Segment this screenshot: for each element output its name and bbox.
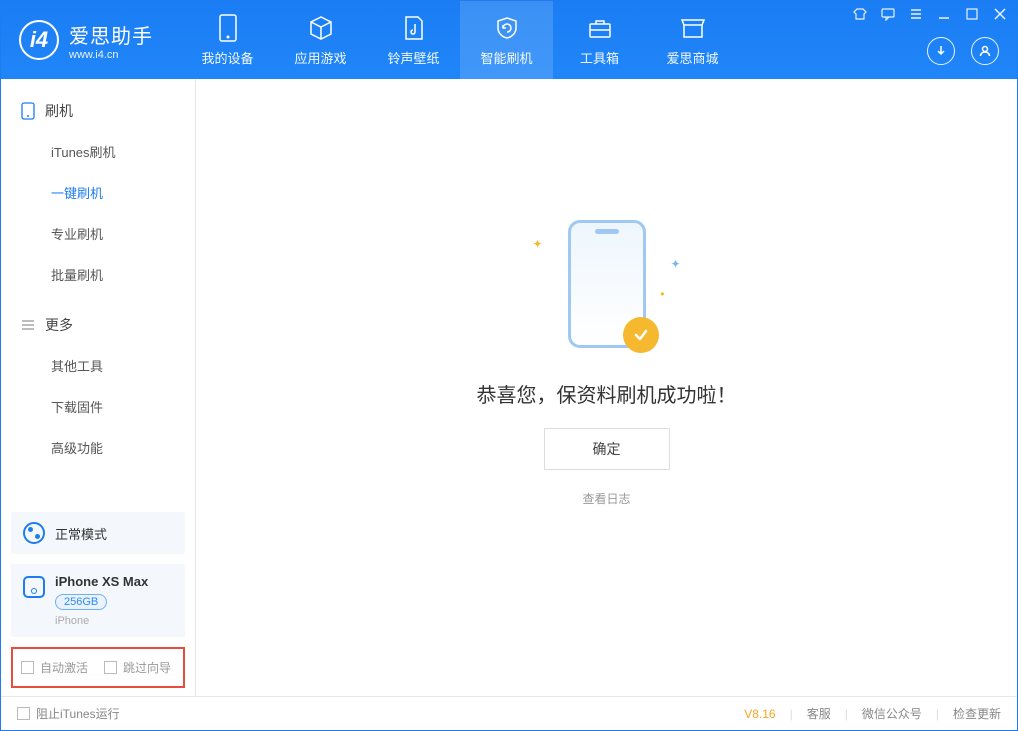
refresh-shield-icon xyxy=(494,14,520,42)
header-actions xyxy=(927,37,999,65)
header: i4 爱思助手 www.i4.cn 我的设备 应用游戏 铃声壁纸 智能刷机 xyxy=(1,1,1017,79)
checkbox-label: 自动激活 xyxy=(40,659,88,676)
tab-label: 铃声壁纸 xyxy=(387,48,439,67)
tab-ringtones-wallpapers[interactable]: 铃声壁纸 xyxy=(367,1,460,79)
mode-icon xyxy=(23,522,45,544)
app-window: i4 爱思助手 www.i4.cn 我的设备 应用游戏 铃声壁纸 智能刷机 xyxy=(0,0,1018,731)
sidebar-item-pro-flash[interactable]: 专业刷机 xyxy=(1,213,195,254)
maximize-button[interactable] xyxy=(963,5,981,23)
checkbox-icon xyxy=(17,707,30,720)
tab-label: 爱思商城 xyxy=(666,48,718,67)
separator: | xyxy=(936,707,939,721)
success-message: 恭喜您，保资料刷机成功啦！ xyxy=(477,379,737,408)
phone-icon xyxy=(21,102,35,120)
logo: i4 爱思助手 www.i4.cn xyxy=(1,20,171,61)
check-update-link[interactable]: 检查更新 xyxy=(953,705,1001,722)
device-capacity: 256GB xyxy=(55,594,107,610)
tab-my-device[interactable]: 我的设备 xyxy=(181,1,274,79)
check-badge-icon xyxy=(623,317,659,353)
ok-button[interactable]: 确定 xyxy=(544,428,670,470)
separator: | xyxy=(845,707,848,721)
mode-label: 正常模式 xyxy=(55,524,107,543)
tab-apps-games[interactable]: 应用游戏 xyxy=(274,1,367,79)
sidebar-item-other-tools[interactable]: 其他工具 xyxy=(1,345,195,386)
customer-service-link[interactable]: 客服 xyxy=(807,705,831,722)
tab-smart-flash[interactable]: 智能刷机 xyxy=(460,1,553,79)
sidebar-item-itunes-flash[interactable]: iTunes刷机 xyxy=(1,131,195,172)
checkbox-auto-activate[interactable]: 自动激活 xyxy=(21,659,88,676)
device-icon xyxy=(218,14,238,42)
sparkle-icon: ✦ xyxy=(670,257,680,271)
window-controls xyxy=(851,5,1009,23)
feedback-icon[interactable] xyxy=(879,5,897,23)
logo-text: 爱思助手 www.i4.cn xyxy=(69,20,153,61)
user-button[interactable] xyxy=(971,37,999,65)
tab-toolbox[interactable]: 工具箱 xyxy=(553,1,646,79)
list-icon xyxy=(21,318,35,332)
body: 刷机 iTunes刷机 一键刷机 专业刷机 批量刷机 更多 其他工具 下载固件 … xyxy=(1,79,1017,696)
mode-status-card[interactable]: 正常模式 xyxy=(11,512,185,554)
close-button[interactable] xyxy=(991,5,1009,23)
minimize-button[interactable] xyxy=(935,5,953,23)
checkbox-label: 跳过向导 xyxy=(123,659,171,676)
sidebar-item-advanced[interactable]: 高级功能 xyxy=(1,427,195,468)
device-icon xyxy=(23,576,45,598)
skin-icon[interactable] xyxy=(851,5,869,23)
toolbox-icon xyxy=(587,14,613,42)
wechat-link[interactable]: 微信公众号 xyxy=(862,705,922,722)
footer-right: V8.16 | 客服 | 微信公众号 | 检查更新 xyxy=(744,705,1001,722)
tab-label: 我的设备 xyxy=(201,48,253,67)
footer: 阻止iTunes运行 V8.16 | 客服 | 微信公众号 | 检查更新 xyxy=(1,696,1017,730)
separator: | xyxy=(790,707,793,721)
sidebar-section-more: 更多 xyxy=(1,309,195,345)
app-name-en: www.i4.cn xyxy=(69,49,153,61)
device-type: iPhone xyxy=(55,615,148,627)
checkbox-icon xyxy=(21,661,34,674)
store-icon xyxy=(680,14,706,42)
music-file-icon xyxy=(403,14,425,42)
tab-store[interactable]: 爱思商城 xyxy=(646,1,739,79)
cube-icon xyxy=(308,14,334,42)
app-name-cn: 爱思助手 xyxy=(69,20,153,49)
view-log-link[interactable]: 查看日志 xyxy=(582,490,630,507)
sparkle-icon: • xyxy=(660,287,664,301)
version-label: V8.16 xyxy=(744,707,775,721)
main-content: ✦ ✦ • 恭喜您，保资料刷机成功啦！ 确定 查看日志 xyxy=(196,79,1017,696)
options-highlight-box: 自动激活 跳过向导 xyxy=(11,647,185,688)
checkbox-icon xyxy=(104,661,117,674)
checkbox-block-itunes[interactable]: 阻止iTunes运行 xyxy=(17,705,120,722)
checkbox-label: 阻止iTunes运行 xyxy=(36,705,120,722)
sidebar-section-flash: 刷机 xyxy=(1,95,195,131)
menu-icon[interactable] xyxy=(907,5,925,23)
tab-label: 应用游戏 xyxy=(294,48,346,67)
checkbox-skip-guide[interactable]: 跳过向导 xyxy=(104,659,171,676)
nav-tabs: 我的设备 应用游戏 铃声壁纸 智能刷机 工具箱 爱思商城 xyxy=(181,1,739,79)
tab-label: 工具箱 xyxy=(580,48,619,67)
download-button[interactable] xyxy=(927,37,955,65)
sidebar-item-onekey-flash[interactable]: 一键刷机 xyxy=(1,172,195,213)
device-card[interactable]: iPhone XS Max 256GB iPhone xyxy=(11,564,185,637)
tab-label: 智能刷机 xyxy=(480,48,532,67)
section-title: 更多 xyxy=(45,315,73,335)
success-illustration: ✦ ✦ • xyxy=(497,209,717,359)
section-title: 刷机 xyxy=(45,101,73,121)
sidebar: 刷机 iTunes刷机 一键刷机 专业刷机 批量刷机 更多 其他工具 下载固件 … xyxy=(1,79,196,696)
device-info: iPhone XS Max 256GB iPhone xyxy=(55,574,148,627)
sidebar-item-batch-flash[interactable]: 批量刷机 xyxy=(1,254,195,295)
logo-icon: i4 xyxy=(19,20,59,60)
device-name: iPhone XS Max xyxy=(55,574,148,589)
sidebar-item-download-firmware[interactable]: 下载固件 xyxy=(1,386,195,427)
sparkle-icon: ✦ xyxy=(533,237,543,251)
